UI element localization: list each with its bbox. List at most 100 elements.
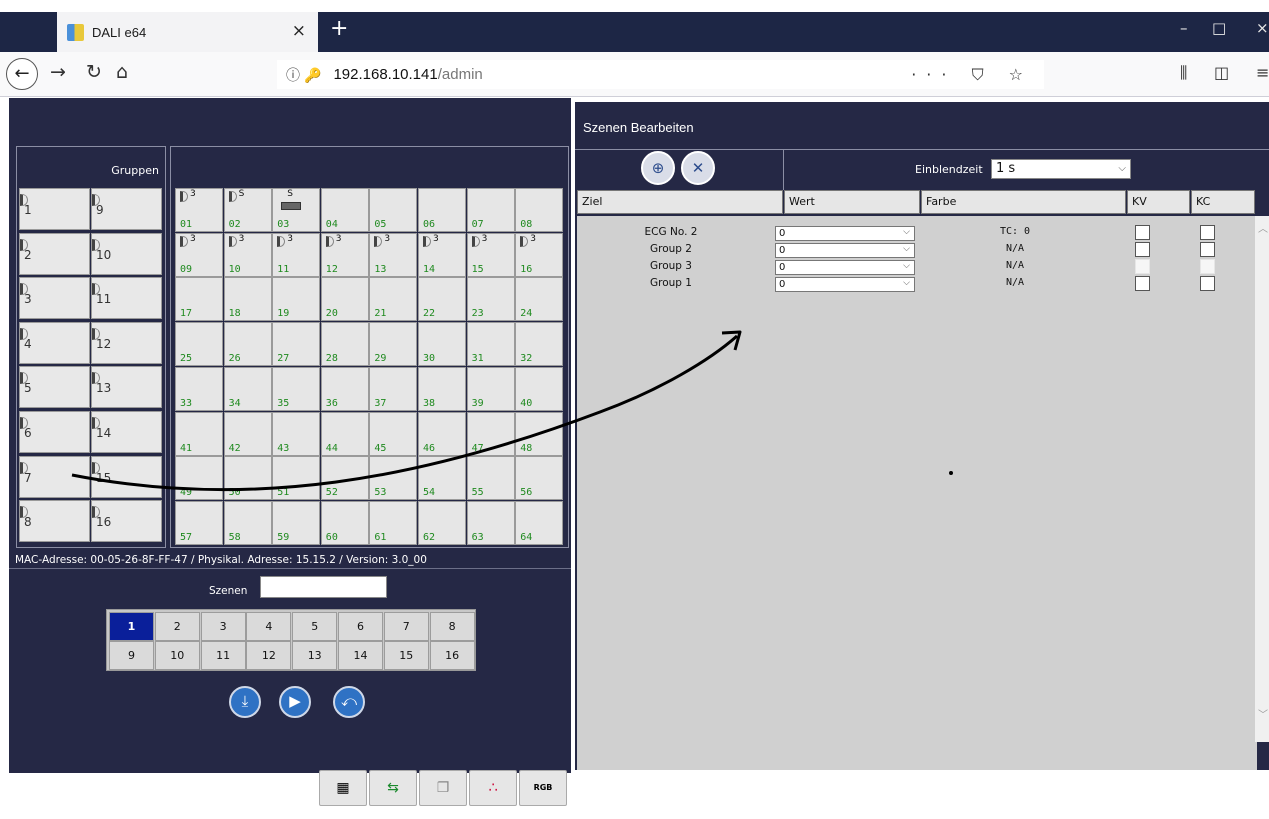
close-window-button[interactable]: × [1256, 19, 1269, 37]
group-7-button[interactable]: 7 [19, 455, 90, 498]
swap-arrows-icon[interactable]: ⇆ [369, 770, 417, 806]
ecg-19-cell[interactable]: 19 [272, 277, 321, 322]
scene-4-button[interactable]: 4 [246, 612, 292, 641]
ecg-11-cell[interactable]: 3 11 [272, 232, 321, 277]
page-actions-icons[interactable]: ··· ⛉ ☆ [911, 65, 1033, 85]
ecg-04-cell[interactable]: 04 [320, 188, 369, 232]
ecg-31-cell[interactable]: 31 [466, 322, 515, 367]
scene-15-button[interactable]: 15 [383, 641, 429, 670]
ecg-15-cell[interactable]: 3 15 [466, 232, 515, 277]
ecg-52-cell[interactable]: 52 [320, 456, 369, 501]
kv-checkbox[interactable] [1135, 242, 1150, 257]
scene-11-button[interactable]: 11 [200, 641, 246, 670]
ecg-27-cell[interactable]: 27 [272, 322, 321, 367]
ecg-41-cell[interactable]: 41 [175, 411, 223, 456]
ecg-54-cell[interactable]: 54 [418, 456, 466, 501]
group-9-button[interactable]: 9 [91, 188, 162, 230]
ecg-42-cell[interactable]: 42 [223, 411, 272, 456]
ecg-51-cell[interactable]: 51 [272, 456, 321, 501]
menu-icon[interactable]: ≡ [1256, 63, 1269, 82]
recall-scene-button[interactable]: ⤺ [333, 686, 365, 718]
scene-14-button[interactable]: 14 [338, 641, 383, 670]
value-select[interactable]: 0 ⌵ [775, 260, 915, 275]
scene-9-button[interactable]: 9 [109, 641, 154, 670]
group-1-button[interactable]: 1 [19, 188, 90, 230]
ecg-05-cell[interactable]: 05 [369, 188, 418, 232]
ecg-53-cell[interactable]: 53 [369, 456, 418, 501]
ecg-36-cell[interactable]: 36 [320, 366, 369, 411]
scene-8-button[interactable]: 8 [429, 612, 475, 641]
save-scene-button[interactable]: ⤓ [229, 686, 261, 718]
minimize-button[interactable]: – [1180, 19, 1188, 37]
group-11-button[interactable]: 11 [91, 277, 162, 320]
ecg-34-cell[interactable]: 34 [223, 366, 272, 411]
ecg-58-cell[interactable]: 58 [223, 500, 272, 545]
ecg-59-cell[interactable]: 59 [272, 500, 321, 545]
ecg-24-cell[interactable]: 24 [515, 277, 564, 322]
group-2-button[interactable]: 2 [19, 232, 90, 275]
group-6-button[interactable]: 6 [19, 411, 90, 453]
scene-2-button[interactable]: 2 [154, 612, 200, 641]
group-12-button[interactable]: 12 [91, 321, 162, 364]
browser-tab[interactable]: DALI e64 × [57, 12, 318, 52]
url-bar[interactable]: ⓘ🔑 192.168.10.141 /admin ··· ⛉ ☆ [277, 60, 1044, 89]
ecg-14-cell[interactable]: 3 14 [418, 232, 466, 277]
ecg-43-cell[interactable]: 43 [272, 411, 321, 456]
scene-12-button[interactable]: 12 [246, 641, 292, 670]
ecg-06-cell[interactable]: 06 [418, 188, 466, 232]
ecg-25-cell[interactable]: 25 [175, 322, 223, 367]
ecg-03-cell[interactable]: S 03 [272, 188, 321, 232]
group-5-button[interactable]: 5 [19, 366, 90, 409]
kc-checkbox[interactable] [1200, 225, 1215, 240]
ecg-13-cell[interactable]: 3 13 [369, 232, 418, 277]
ecg-39-cell[interactable]: 39 [466, 366, 515, 411]
group-13-button[interactable]: 13 [91, 366, 162, 409]
back-button[interactable]: ← [6, 58, 38, 90]
kv-checkbox[interactable] [1135, 276, 1150, 291]
ecg-17-cell[interactable]: 17 [175, 277, 223, 322]
ecg-08-cell[interactable]: 08 [515, 188, 564, 232]
site-info-icon[interactable]: ⓘ🔑 [286, 65, 325, 85]
scrollbar[interactable]: ︿ ﹀ [1255, 216, 1269, 742]
ecg-32-cell[interactable]: 32 [515, 322, 564, 367]
ecg-09-cell[interactable]: 3 09 [175, 232, 223, 277]
ecg-02-cell[interactable]: S 02 [223, 188, 272, 232]
scene-13-button[interactable]: 13 [292, 641, 338, 670]
ecg-12-cell[interactable]: 3 12 [320, 232, 369, 277]
rgb-icon[interactable]: RGB [519, 770, 567, 806]
ecg-23-cell[interactable]: 23 [466, 277, 515, 322]
group-3-button[interactable]: 3 [19, 277, 90, 320]
ecg-64-cell[interactable]: 64 [515, 500, 564, 545]
ecg-16-cell[interactable]: 3 16 [515, 232, 564, 277]
group-15-button[interactable]: 15 [91, 455, 162, 498]
ecg-61-cell[interactable]: 61 [369, 500, 418, 545]
play-scene-button[interactable]: ▶ [279, 686, 311, 718]
group-4-button[interactable]: 4 [19, 321, 90, 364]
kv-checkbox[interactable] [1135, 225, 1150, 240]
ecg-18-cell[interactable]: 18 [223, 277, 272, 322]
ecg-28-cell[interactable]: 28 [320, 322, 369, 367]
kc-checkbox[interactable] [1200, 276, 1215, 291]
ecg-30-cell[interactable]: 30 [418, 322, 466, 367]
kc-checkbox[interactable] [1200, 242, 1215, 257]
ecg-46-cell[interactable]: 46 [418, 411, 466, 456]
ecg-50-cell[interactable]: 50 [223, 456, 272, 501]
scene-3-button[interactable]: 3 [200, 612, 246, 641]
scene-1-button[interactable]: 1 [109, 612, 154, 641]
fade-time-select[interactable]: 1 s ⌵ [991, 159, 1131, 179]
ecg-48-cell[interactable]: 48 [515, 411, 564, 456]
maximize-button[interactable]: □ [1212, 19, 1226, 37]
value-select[interactable]: 0 ⌵ [775, 277, 915, 292]
ecg-35-cell[interactable]: 35 [272, 366, 321, 411]
ecg-07-cell[interactable]: 07 [466, 188, 515, 232]
add-target-icon[interactable]: ⊕ [641, 151, 675, 185]
scene-16-button[interactable]: 16 [429, 641, 475, 670]
library-icon[interactable]: ⫼ [1180, 63, 1187, 83]
home-button[interactable]: ⌂ [116, 61, 128, 83]
color-dots-icon[interactable]: ∴ [469, 770, 517, 806]
tab-close-button[interactable]: × [292, 21, 306, 41]
ecg-22-cell[interactable]: 22 [418, 277, 466, 322]
scene-6-button[interactable]: 6 [338, 612, 383, 641]
ecg-44-cell[interactable]: 44 [320, 411, 369, 456]
ecg-29-cell[interactable]: 29 [369, 322, 418, 367]
